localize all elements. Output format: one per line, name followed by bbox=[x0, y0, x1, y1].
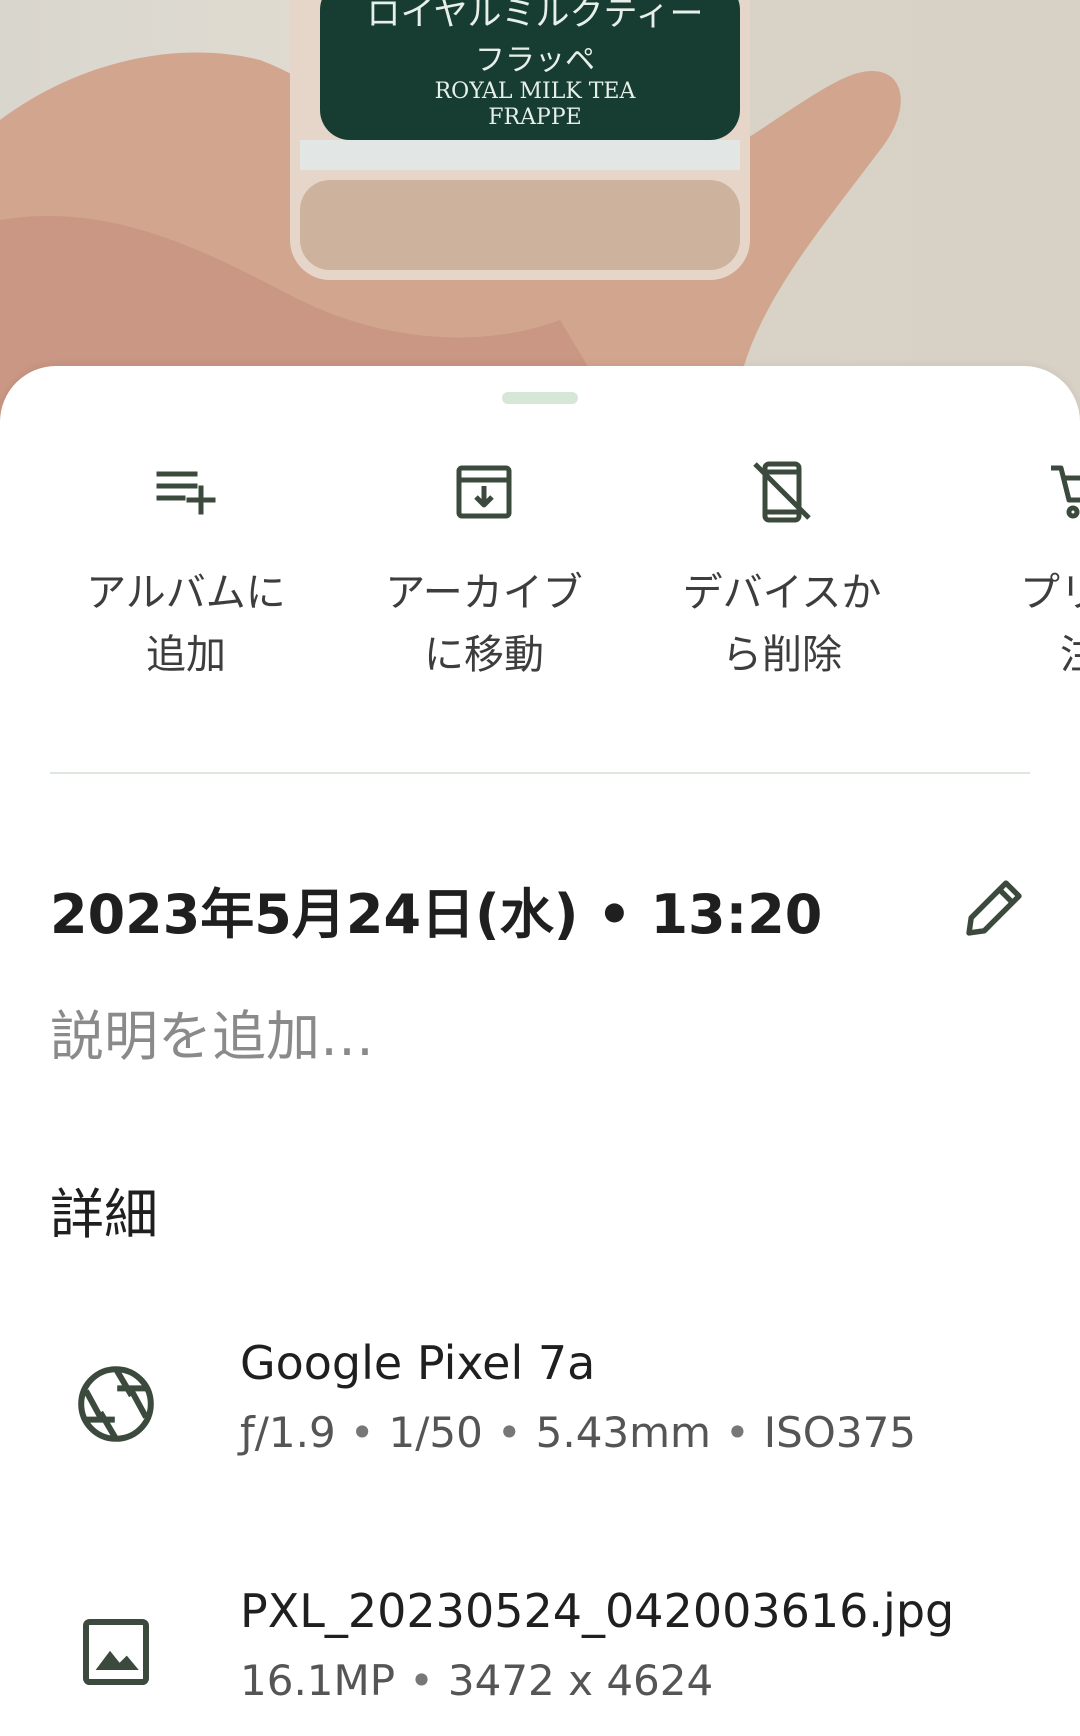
camera-aperture-icon bbox=[78, 1366, 154, 1442]
archive-button[interactable]: アーカイブ に移動 bbox=[334, 456, 634, 686]
camera-settings: ƒ/1.9 • 1/50 • 5.43mm • ISO375 bbox=[240, 1408, 917, 1457]
divider bbox=[50, 772, 1030, 774]
print-order-label: プリン 注 bbox=[1020, 570, 1080, 678]
archive-label: アーカイブ に移動 bbox=[385, 570, 583, 678]
file-info: 16.1MP • 3472 x 4624 bbox=[240, 1656, 714, 1705]
shutter-value: 1/50 bbox=[388, 1408, 483, 1457]
action-row: アルバムに 追加 アーカイブ に移動 デバイスか ら削除 プ bbox=[0, 366, 1080, 726]
delete-from-device-button[interactable]: デバイスか ら削除 bbox=[632, 456, 932, 686]
add-to-album-button[interactable]: アルバムに 追加 bbox=[36, 456, 336, 686]
playlist-add-icon bbox=[156, 471, 216, 515]
delete-from-device-label: デバイスか ら削除 bbox=[682, 570, 882, 678]
can-text-3: ROYAL MILK TEA bbox=[435, 79, 637, 104]
can-text-4: FRAPPE bbox=[488, 105, 581, 130]
device-delete-icon bbox=[753, 461, 811, 523]
camera-model: Google Pixel 7a bbox=[240, 1336, 596, 1390]
edit-icon[interactable] bbox=[956, 870, 1032, 946]
photo-image: ロイヤルミルクティー フラッペ ROYAL MILK TEA FRAPPE bbox=[0, 0, 901, 420]
file-details-row: PXL_20230524_042003616.jpg 16.1MP • 3472 x… bbox=[0, 1584, 1080, 1736]
can-text-2: フラッペ bbox=[475, 43, 595, 78]
resolution-value: 3472 x 4624 bbox=[447, 1656, 714, 1705]
aperture-value: ƒ/1.9 bbox=[240, 1408, 336, 1457]
focal-length-value: 5.43mm bbox=[535, 1408, 711, 1457]
camera-details-row: Google Pixel 7a ƒ/1.9 • 1/50 • 5.43mm • ISO375 bbox=[0, 1336, 1080, 1496]
megapixels-value: 16.1MP bbox=[240, 1656, 396, 1705]
info-sheet: アルバムに 追加 アーカイブ に移動 デバイスか ら削除 プ 2023年5月24… bbox=[0, 366, 1080, 1736]
image-icon bbox=[83, 1619, 149, 1685]
print-order-button[interactable]: プリン 注 bbox=[930, 456, 1080, 686]
details-heading: 詳細 bbox=[50, 1183, 158, 1246]
description-input[interactable]: 説明を追加… bbox=[50, 992, 374, 1071]
date-time: 2023年5月24日(水) • 13:20 bbox=[50, 883, 823, 946]
iso-value: ISO375 bbox=[763, 1408, 917, 1457]
photo-preview[interactable]: ロイヤルミルクティー フラッペ ROYAL MILK TEA FRAPPE bbox=[0, 0, 1080, 420]
can-text-1: ロイヤルミルクティー bbox=[367, 0, 704, 34]
file-name: PXL_20230524_042003616.jpg bbox=[240, 1584, 955, 1638]
add-to-album-label: アルバムに 追加 bbox=[86, 570, 286, 678]
archive-icon bbox=[456, 465, 512, 519]
cart-icon bbox=[1051, 465, 1080, 519]
